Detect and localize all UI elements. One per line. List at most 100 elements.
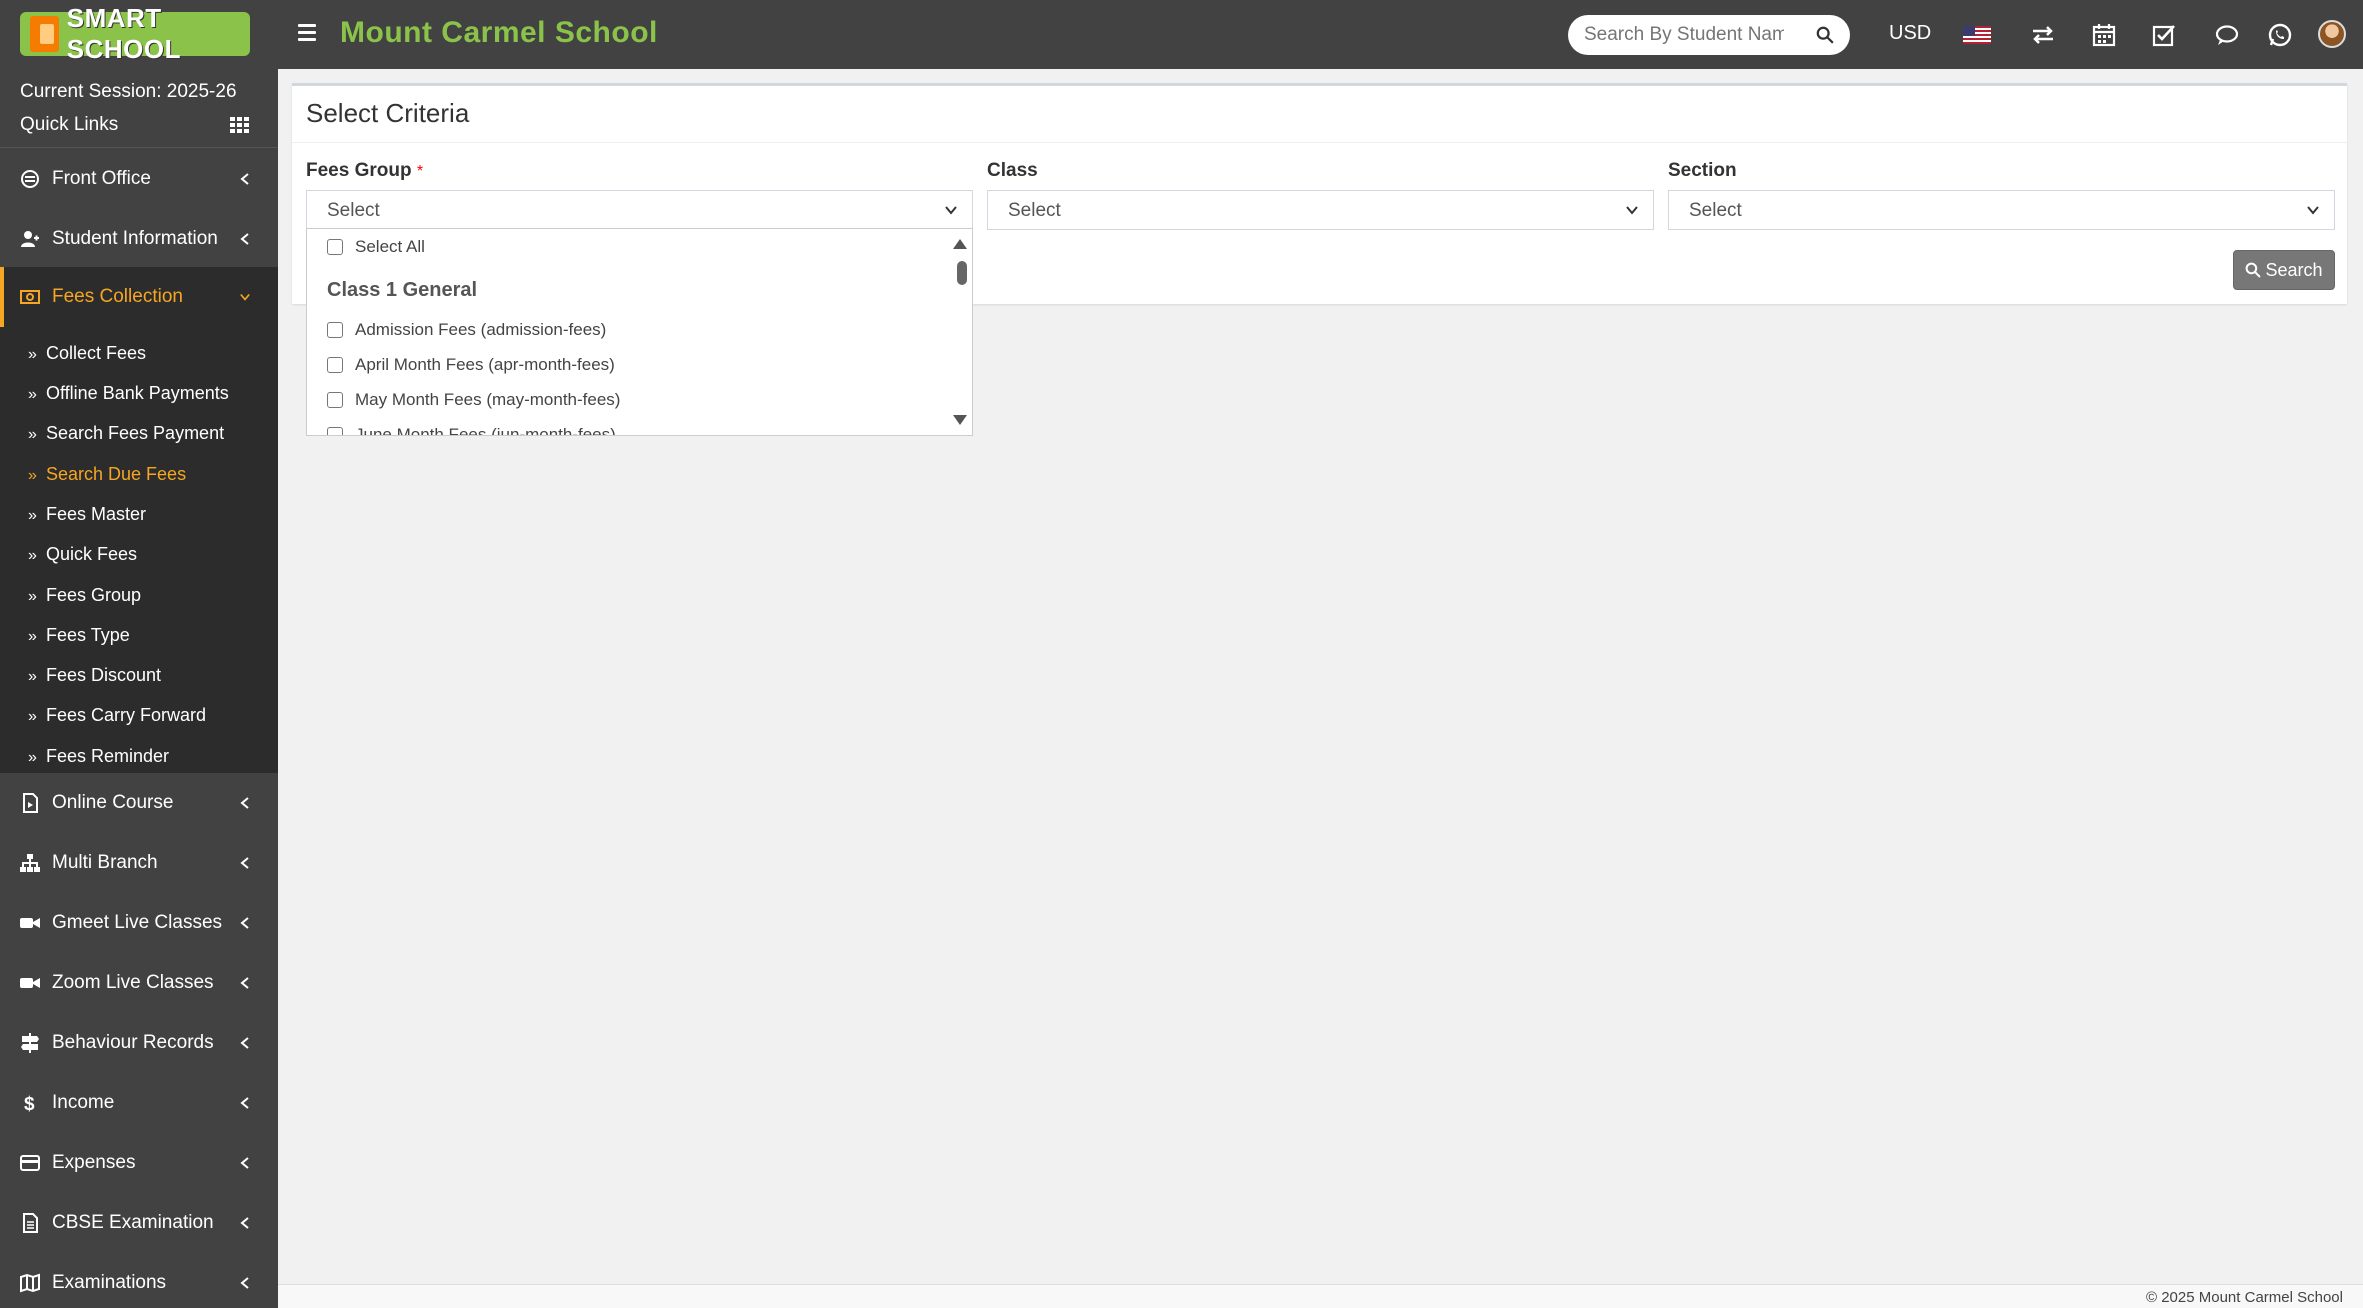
submenu-item-fees-carry-forward[interactable]: » Fees Carry Forward — [28, 705, 206, 726]
submenu-item-collect-fees[interactable]: » Collect Fees — [28, 343, 146, 364]
us-flag-icon[interactable] — [1963, 26, 1991, 44]
whatsapp-icon[interactable] — [2267, 22, 2293, 48]
submenu-item-label: Fees Type — [46, 625, 130, 645]
submenu-item-quick-fees[interactable]: » Quick Fees — [28, 544, 137, 565]
section-select[interactable]: Select — [1668, 190, 2335, 230]
submenu-item-label: Fees Carry Forward — [46, 705, 207, 725]
switch-arrows-icon[interactable] — [2030, 22, 2056, 48]
fees-collection-submenu: » Collect Fees » Offline Bank Payments » Se… — [0, 327, 278, 773]
sidebar-item-expenses[interactable]: Expenses — [0, 1133, 278, 1193]
current-session: Current Session: 2025-26 — [20, 81, 237, 102]
svg-text:$: $ — [24, 1094, 35, 1113]
submenu-item-fees-reminder[interactable]: » Fees Reminder — [28, 746, 169, 767]
submenu-item-fees-type[interactable]: » Fees Type — [28, 625, 130, 646]
option-label: Admission Fees (admission-fees) — [355, 320, 607, 339]
class-value: Select — [1008, 200, 1061, 221]
scroll-down-arrow-icon[interactable] — [953, 415, 967, 425]
logo[interactable]: SMART SCHOOL — [20, 3, 250, 64]
submenu-item-label: Offline Bank Payments — [46, 383, 229, 403]
search-button[interactable]: Search — [2233, 250, 2335, 290]
fees-option[interactable]: Admission Fees (admission-fees) — [327, 320, 606, 340]
sidebar-item-student-information[interactable]: Student Information — [0, 209, 278, 269]
sidebar-item-label: Gmeet Live Classes — [52, 912, 223, 933]
sitemap-icon — [20, 854, 40, 872]
required-mark: * — [416, 163, 424, 180]
chevron-down-icon — [240, 293, 250, 301]
option-label: May Month Fees (may-month-fees) — [355, 390, 621, 409]
scrollbar-thumb[interactable] — [957, 261, 967, 285]
sidebar-item-fees-collection[interactable]: Fees Collection — [0, 267, 278, 327]
double-chevron-icon: » — [28, 507, 37, 524]
chat-bubble-icon[interactable] — [2214, 22, 2240, 48]
submenu-item-label: Fees Master — [46, 504, 147, 524]
double-chevron-icon: » — [28, 588, 37, 605]
chevron-left-icon — [240, 1097, 249, 1109]
double-chevron-icon: » — [28, 547, 37, 564]
grid-icon[interactable] — [230, 117, 250, 133]
dollar-icon: $ — [24, 1094, 35, 1113]
checkbox[interactable] — [327, 239, 343, 255]
search-button-label: Search — [2265, 259, 2323, 280]
sidebar-item-label: CBSE Examination — [52, 1212, 214, 1233]
sidebar-item-label: Fees Collection — [52, 286, 183, 307]
double-chevron-icon: » — [28, 749, 37, 766]
fees-group-label-text: Fees Group — [306, 160, 412, 181]
option-label: April Month Fees (apr-month-fees) — [355, 355, 615, 374]
checkbox[interactable] — [327, 322, 343, 338]
submenu-item-fees-discount[interactable]: » Fees Discount — [28, 665, 161, 686]
menu-toggle-icon[interactable] — [298, 24, 316, 42]
sidebar-item-label: Student Information — [52, 228, 218, 249]
chevron-left-icon — [240, 857, 249, 869]
scroll-up-arrow-icon[interactable] — [953, 239, 967, 249]
submenu-item-fees-group[interactable]: » Fees Group — [28, 585, 141, 606]
page-title: Select Criteria — [306, 98, 470, 128]
calendar-icon[interactable] — [2091, 22, 2117, 48]
fees-group-value: Select — [327, 200, 380, 221]
search-icon[interactable] — [1816, 26, 1834, 44]
sidebar-item-label: Online Course — [52, 792, 174, 813]
fees-option[interactable]: June Month Fees (jun-month-fees) — [327, 425, 616, 435]
sidebar-item-income[interactable]: $ Income — [0, 1073, 278, 1133]
video-camera-icon — [20, 978, 40, 988]
sidebar-item-multi-branch[interactable]: Multi Branch — [0, 833, 278, 893]
dropdown-group-header: Class 1 General — [327, 279, 478, 301]
fees-option[interactable]: April Month Fees (apr-month-fees) — [327, 355, 615, 375]
footer: © 2025 Mount Carmel School — [278, 1284, 2363, 1308]
student-search-input[interactable] — [1584, 24, 1784, 46]
sidebar-item-zoom-live-classes[interactable]: Zoom Live Classes — [0, 953, 278, 1013]
sidebar-item-gmeet-live-classes[interactable]: Gmeet Live Classes — [0, 893, 278, 953]
sidebar-divider — [0, 147, 278, 148]
double-chevron-icon: » — [28, 708, 37, 725]
submenu-item-search-due-fees[interactable]: » Search Due Fees — [28, 464, 186, 485]
double-chevron-icon: » — [28, 346, 37, 363]
chevron-left-icon — [240, 1277, 249, 1289]
user-avatar[interactable] — [2318, 20, 2346, 48]
currency-selector[interactable]: USD — [1889, 22, 1931, 45]
sidebar-item-online-course[interactable]: Online Course — [0, 773, 278, 833]
sidebar-item-front-office[interactable]: Front Office — [0, 149, 278, 209]
quick-links[interactable]: Quick Links — [20, 114, 118, 136]
submenu-item-offline-bank-payments[interactable]: » Offline Bank Payments — [28, 383, 229, 404]
class-select[interactable]: Select — [987, 190, 1654, 230]
checkbox[interactable] — [327, 392, 343, 408]
sidebar: Current Session: 2025-26 Quick Links Fro… — [0, 69, 278, 1308]
submenu-item-label: Search Fees Payment — [46, 423, 225, 443]
fees-option[interactable]: May Month Fees (may-month-fees) — [327, 390, 620, 410]
sidebar-item-examinations[interactable]: Examinations — [0, 1253, 278, 1308]
task-checkbox-icon[interactable] — [2151, 22, 2177, 48]
select-all-option[interactable]: Select All — [327, 237, 425, 257]
chevron-left-icon — [240, 1037, 249, 1049]
sidebar-item-behaviour-records[interactable]: Behaviour Records — [0, 1013, 278, 1073]
submenu-item-search-fees-payment[interactable]: » Search Fees Payment — [28, 423, 224, 444]
class-label: Class — [987, 160, 1038, 181]
checkbox[interactable] — [327, 427, 343, 435]
sidebar-item-label: Zoom Live Classes — [52, 972, 214, 993]
sidebar-item-cbse-examination[interactable]: CBSE Examination — [0, 1193, 278, 1253]
checkbox[interactable] — [327, 357, 343, 373]
search-icon — [2246, 262, 2261, 278]
chevron-left-icon — [240, 1217, 249, 1229]
submenu-item-fees-master[interactable]: » Fees Master — [28, 504, 146, 525]
fees-group-select[interactable]: Select — [306, 190, 973, 230]
submenu-item-label: Fees Group — [46, 585, 142, 605]
box-divider — [292, 142, 2347, 143]
